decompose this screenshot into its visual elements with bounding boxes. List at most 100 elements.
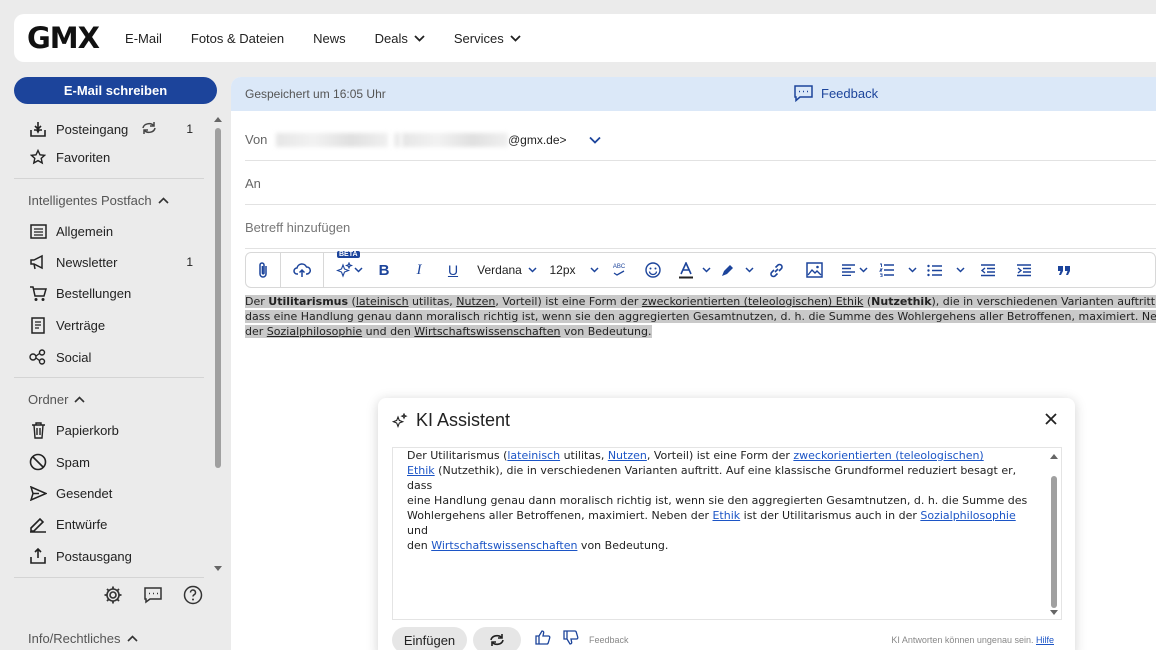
feedback-link[interactable]: Feedback xyxy=(794,85,878,102)
ai-result-textarea[interactable]: Der Utilitarismus (lateinisch utilitas, … xyxy=(392,447,1062,620)
text-link[interactable]: zweckorientierten (teleologischen) xyxy=(793,449,983,462)
trash-icon xyxy=(28,420,48,440)
spellcheck-icon[interactable]: ABC xyxy=(604,264,634,276)
text-run: und den xyxy=(362,325,415,338)
bullet-list-button[interactable] xyxy=(922,264,970,277)
insert-button[interactable]: Einfügen xyxy=(392,627,467,650)
chat-icon[interactable] xyxy=(143,586,163,609)
sidebar-item-orders[interactable]: Bestellungen xyxy=(28,283,198,303)
text-link[interactable]: Sozialphilosophie xyxy=(267,325,362,338)
sidebar-item-trash[interactable]: Papierkorb xyxy=(28,420,198,440)
sidebar-item-newsletter[interactable]: Newsletter 1 xyxy=(28,252,198,272)
email-body-editor[interactable]: Der Utilitarismus (lateinisch utilitas, … xyxy=(245,294,1156,339)
text-link[interactable]: Wirtschaftswissenschaften xyxy=(431,539,577,552)
text-link[interactable]: Wirtschaftswissenschaften xyxy=(414,325,560,338)
text-link[interactable]: Nutzen xyxy=(608,449,647,462)
link-icon[interactable] xyxy=(758,262,794,279)
sidebar-item-outbox[interactable]: Postausgang xyxy=(28,546,198,566)
font-size-select[interactable]: 12px xyxy=(544,263,604,277)
selected-text: dass eine Handlung genau dann moralisch … xyxy=(245,310,1156,323)
text-link[interactable]: lateinisch xyxy=(507,449,560,462)
thumbs-down-icon[interactable] xyxy=(563,630,579,650)
scroll-up-icon[interactable] xyxy=(1050,453,1058,459)
sidebar-scrollbar[interactable] xyxy=(213,116,223,576)
ai-sparkle-button[interactable]: BETA xyxy=(332,251,366,278)
cloud-group xyxy=(281,253,324,287)
sidebar-item-spam[interactable]: Spam xyxy=(28,452,198,472)
close-icon[interactable] xyxy=(1045,412,1057,430)
nav-email[interactable]: E-Mail xyxy=(125,31,162,46)
italic-icon[interactable]: I xyxy=(402,262,436,279)
text-run: Der Utilitarismus ( xyxy=(407,449,508,462)
folders-header[interactable]: Ordner xyxy=(28,392,86,407)
sidebar-item-general[interactable]: Allgemein xyxy=(28,221,198,241)
scroll-up-icon[interactable] xyxy=(214,116,222,122)
settings-gear-icon[interactable] xyxy=(103,585,123,610)
from-field[interactable]: Von @gmx.de> xyxy=(245,119,1156,161)
text-bold: Nutzethik xyxy=(871,295,932,308)
text-link[interactable]: Sozialphilosophie xyxy=(920,509,1015,522)
chevron-down-icon[interactable] xyxy=(588,136,601,144)
text-link[interactable]: Ethik xyxy=(407,464,435,477)
scroll-down-icon[interactable] xyxy=(214,566,222,572)
inbox-icon xyxy=(28,119,48,139)
subject-field[interactable]: Betreff hinzufügen xyxy=(245,207,1156,249)
image-icon[interactable] xyxy=(794,262,834,278)
scrollbar-thumb[interactable] xyxy=(1051,476,1057,608)
numbered-list-button[interactable] xyxy=(874,263,922,277)
nav-photos-files[interactable]: Fotos & Dateien xyxy=(191,31,284,46)
text-link[interactable]: zweckorientierten (teleologischen) Ethik xyxy=(642,295,864,308)
sidebar-item-contracts[interactable]: Verträge xyxy=(28,315,198,335)
attachment-paperclip-icon[interactable] xyxy=(256,261,270,279)
text-color-button[interactable] xyxy=(672,261,716,279)
thumbs-up-icon[interactable] xyxy=(535,630,551,650)
highlight-button[interactable] xyxy=(716,263,758,278)
emoji-icon[interactable] xyxy=(634,262,672,278)
compose-email-button[interactable]: E-Mail schreiben xyxy=(14,77,217,104)
highlighter-icon xyxy=(722,264,733,276)
text-run: , Vorteil) ist eine Form der xyxy=(646,449,794,462)
font-size-value: 12px xyxy=(549,263,576,277)
smart-inbox-header[interactable]: Intelligentes Postfach xyxy=(28,193,169,208)
result-line: den Wirtschaftswissenschaften von Bedeut… xyxy=(407,538,1032,553)
nav-services-label: Services xyxy=(453,30,504,46)
dialog-title-text: KI Assistent xyxy=(416,410,511,430)
sidebar-item-sent[interactable]: Gesendet xyxy=(28,483,198,503)
sidebar-item-inbox[interactable]: Posteingang 1 xyxy=(28,119,198,139)
result-scrollbar[interactable] xyxy=(1049,450,1059,617)
sidebar-item-drafts[interactable]: Entwürfe xyxy=(28,514,198,534)
scrollbar-thumb[interactable] xyxy=(215,128,221,468)
text-link[interactable]: lateinisch xyxy=(356,295,409,308)
font-family-select[interactable]: Verdana xyxy=(470,263,544,277)
cloud-upload-icon[interactable] xyxy=(293,262,311,278)
text-run: und xyxy=(407,524,428,537)
sidebar-item-social[interactable]: Social xyxy=(28,347,198,367)
refresh-icon[interactable] xyxy=(140,121,158,138)
quote-icon[interactable] xyxy=(1042,265,1086,276)
sidebar-item-label: Favoriten xyxy=(56,149,111,165)
result-line: Ethik (Nutzethik), die in verschiedenen … xyxy=(407,463,1032,493)
to-field[interactable]: An xyxy=(245,163,1156,205)
underline-icon[interactable]: U xyxy=(436,262,470,278)
sidebar-item-label: Gesendet xyxy=(56,485,113,501)
text-link[interactable]: Nutzen xyxy=(456,295,495,308)
sidebar-item-favorites[interactable]: Favoriten xyxy=(28,147,198,167)
info-legal-header[interactable]: Info/Rechtliches xyxy=(28,631,138,646)
bold-icon[interactable]: B xyxy=(366,262,402,279)
nav-services[interactable]: Services xyxy=(454,31,521,46)
outdent-icon[interactable] xyxy=(970,263,1006,277)
sidebar-item-label: Postausgang xyxy=(56,548,132,564)
nav-deals[interactable]: Deals xyxy=(375,31,425,46)
outbox-icon xyxy=(28,546,48,566)
text-link[interactable]: Ethik xyxy=(712,509,740,522)
gmx-logo[interactable]: GMX xyxy=(27,21,100,55)
help-icon[interactable] xyxy=(183,585,203,610)
help-link[interactable]: Hilfe xyxy=(1036,635,1054,645)
scroll-down-icon[interactable] xyxy=(1050,610,1058,616)
nav-news[interactable]: News xyxy=(313,31,346,46)
align-button[interactable] xyxy=(834,264,874,276)
feedback-label[interactable]: Feedback xyxy=(589,635,629,645)
indent-icon[interactable] xyxy=(1006,263,1042,277)
regenerate-button[interactable] xyxy=(473,627,521,650)
text-run: (Nutzethik), die in verschiedenen Varian… xyxy=(407,464,1017,492)
